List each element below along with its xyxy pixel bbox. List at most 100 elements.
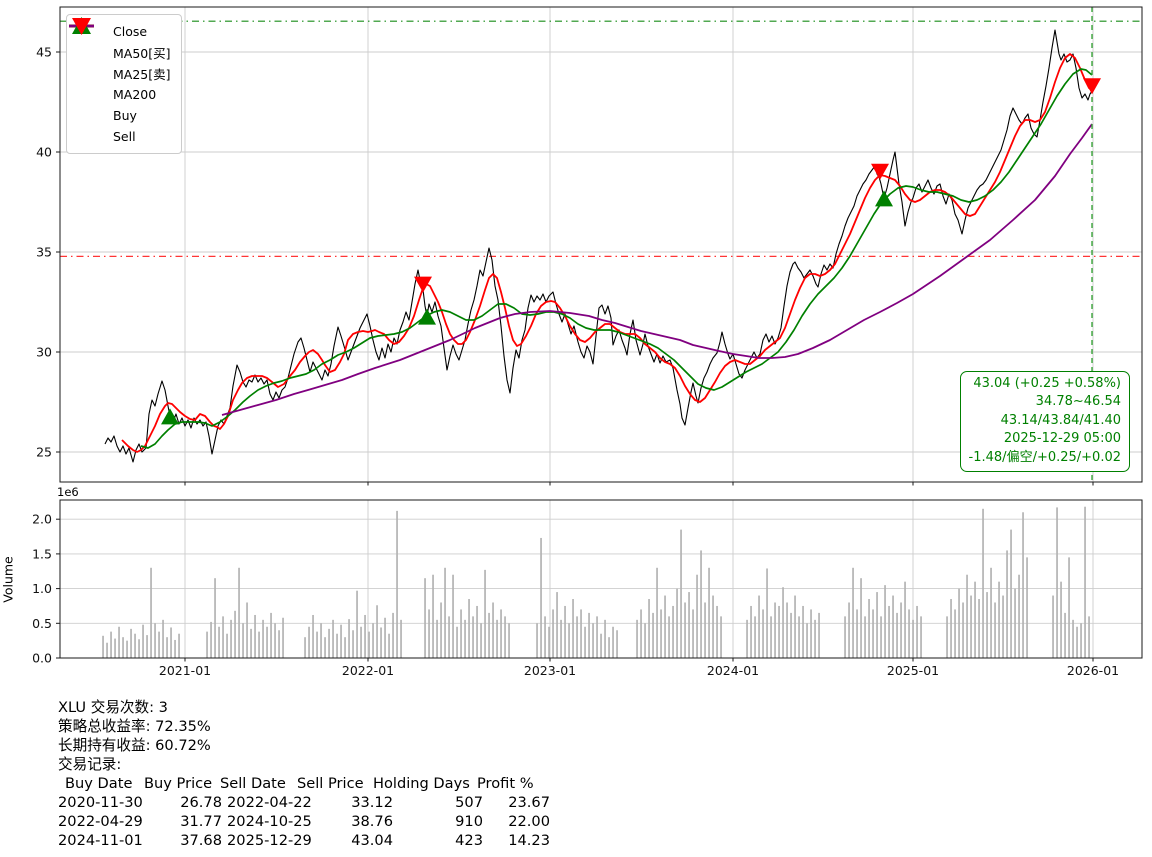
volume-bar: [174, 639, 176, 658]
volume-bar: [966, 574, 968, 658]
volume-bar: [680, 529, 682, 658]
volume-bar: [548, 626, 550, 658]
volume-bar: [1084, 506, 1086, 658]
volume-bar: [652, 612, 654, 658]
volume-bar: [962, 602, 964, 658]
trade-cell: 910: [455, 813, 483, 830]
volume-bar: [856, 609, 858, 658]
volume-bar: [178, 633, 180, 658]
volume-bar: [696, 574, 698, 658]
series-ma50: [140, 68, 1093, 449]
volume-bar: [324, 637, 326, 658]
volume-bar: [848, 602, 850, 658]
legend-label: MA50[买]: [113, 46, 171, 61]
volume-bar: [556, 592, 558, 658]
volume-bar: [130, 628, 132, 658]
trade-cell: 31.77: [180, 813, 222, 830]
volume-bar: [138, 639, 140, 658]
volume-bar: [852, 567, 854, 658]
annotation-date-line: 2025-12-29 05:00: [1003, 431, 1121, 447]
volume-bar: [640, 609, 642, 658]
legend-item-ma25: MA25[卖]: [69, 24, 171, 84]
volume-bar: [762, 609, 764, 658]
volume-bar: [802, 605, 804, 658]
volume-bar: [456, 626, 458, 658]
volume-bar: [754, 616, 756, 658]
volume-bar: [368, 631, 370, 658]
volume-bar: [468, 599, 470, 658]
volume-bar: [364, 614, 366, 658]
date-tick-label: 2024-01: [707, 663, 759, 678]
volume-bar: [920, 616, 922, 658]
trade-count-line: XLU 交易次数: 3: [58, 699, 168, 716]
volume-bar: [122, 637, 124, 658]
volume-bar: [616, 630, 618, 658]
volume-bar: [644, 623, 646, 658]
volume-bar: [612, 626, 614, 658]
volume-bar: [986, 592, 988, 658]
volume-bar: [492, 602, 494, 658]
volume-bar: [102, 635, 104, 658]
series-close: [104, 29, 1093, 463]
trade-cell: 2022-04-22: [227, 794, 312, 811]
volume-bar: [440, 602, 442, 658]
buy-marker: [418, 308, 436, 325]
volume-bar: [990, 567, 992, 658]
volume-bar: [648, 599, 650, 658]
volume-bar: [668, 616, 670, 658]
volume-axis-label: Volume: [0, 556, 16, 603]
price-tick-label: 30: [36, 345, 52, 360]
volume-bar: [262, 619, 264, 658]
volume-bar: [766, 568, 768, 658]
volume-bar: [588, 612, 590, 658]
volume-bar: [1010, 529, 1012, 658]
volume-bar: [810, 609, 812, 658]
volume-bar: [1026, 557, 1028, 658]
volume-bar: [904, 581, 906, 658]
volume-bar: [770, 616, 772, 658]
volume-bar: [1052, 595, 1054, 658]
volume-bar: [348, 619, 350, 658]
trade-cell: 423: [455, 832, 483, 849]
legend-item-ma200: MA200: [69, 24, 171, 105]
volume-bar: [376, 605, 378, 658]
volume-bar: [448, 616, 450, 658]
col-buy-price: Buy Price: [144, 775, 213, 792]
volume-bar: [372, 623, 374, 658]
volume-bar: [544, 616, 546, 658]
strategy-return-line: 策略总收益率: 72.35%: [58, 718, 211, 735]
legend-item-sell: Sell: [72, 18, 171, 147]
col-sell-price: Sell Price: [297, 775, 364, 792]
trade-table-header: Buy Date Buy Price Sell Date Sell Price …: [58, 774, 658, 793]
volume-bar: [576, 616, 578, 658]
volume-bar: [110, 631, 112, 658]
chart-legend: Close MA50[买] MA25[卖] MA200 Buy Sell: [66, 14, 182, 154]
volume-bar: [1072, 619, 1074, 658]
volume-bar: [114, 638, 116, 658]
trade-row: 2024-11-01 37.68 2025-12-29 43.04 423 14.23: [58, 831, 658, 850]
volume-tick-label: 1.5: [32, 546, 52, 561]
volume-bar: [580, 609, 582, 658]
volume-bar: [484, 569, 486, 658]
volume-bar: [488, 612, 490, 658]
volume-bar: [540, 537, 542, 658]
volume-bar: [508, 623, 510, 658]
volume-bar: [218, 626, 220, 658]
date-tick-label: 2022-01: [342, 663, 394, 678]
strategy-stats: XLU 交易次数: 3 策略总收益率: 72.35% 长期持有收益: 60.72…: [58, 698, 658, 850]
trade-cell: 14.23: [508, 832, 550, 849]
date-tick-label: 2023-01: [524, 663, 576, 678]
price-tick-label: 35: [36, 245, 52, 260]
volume-bar: [1088, 616, 1090, 658]
volume-tick-label: 1.0: [32, 581, 52, 596]
volume-bar: [266, 626, 268, 658]
volume-bar: [246, 602, 248, 658]
volume-bar: [464, 619, 466, 658]
volume-bar: [480, 623, 482, 658]
series-ma200: [221, 123, 1093, 416]
volume-bar: [954, 609, 956, 658]
volume-bar: [460, 609, 462, 658]
volume-bar: [758, 595, 760, 658]
volume-bar: [688, 592, 690, 658]
volume-bar: [396, 510, 398, 658]
